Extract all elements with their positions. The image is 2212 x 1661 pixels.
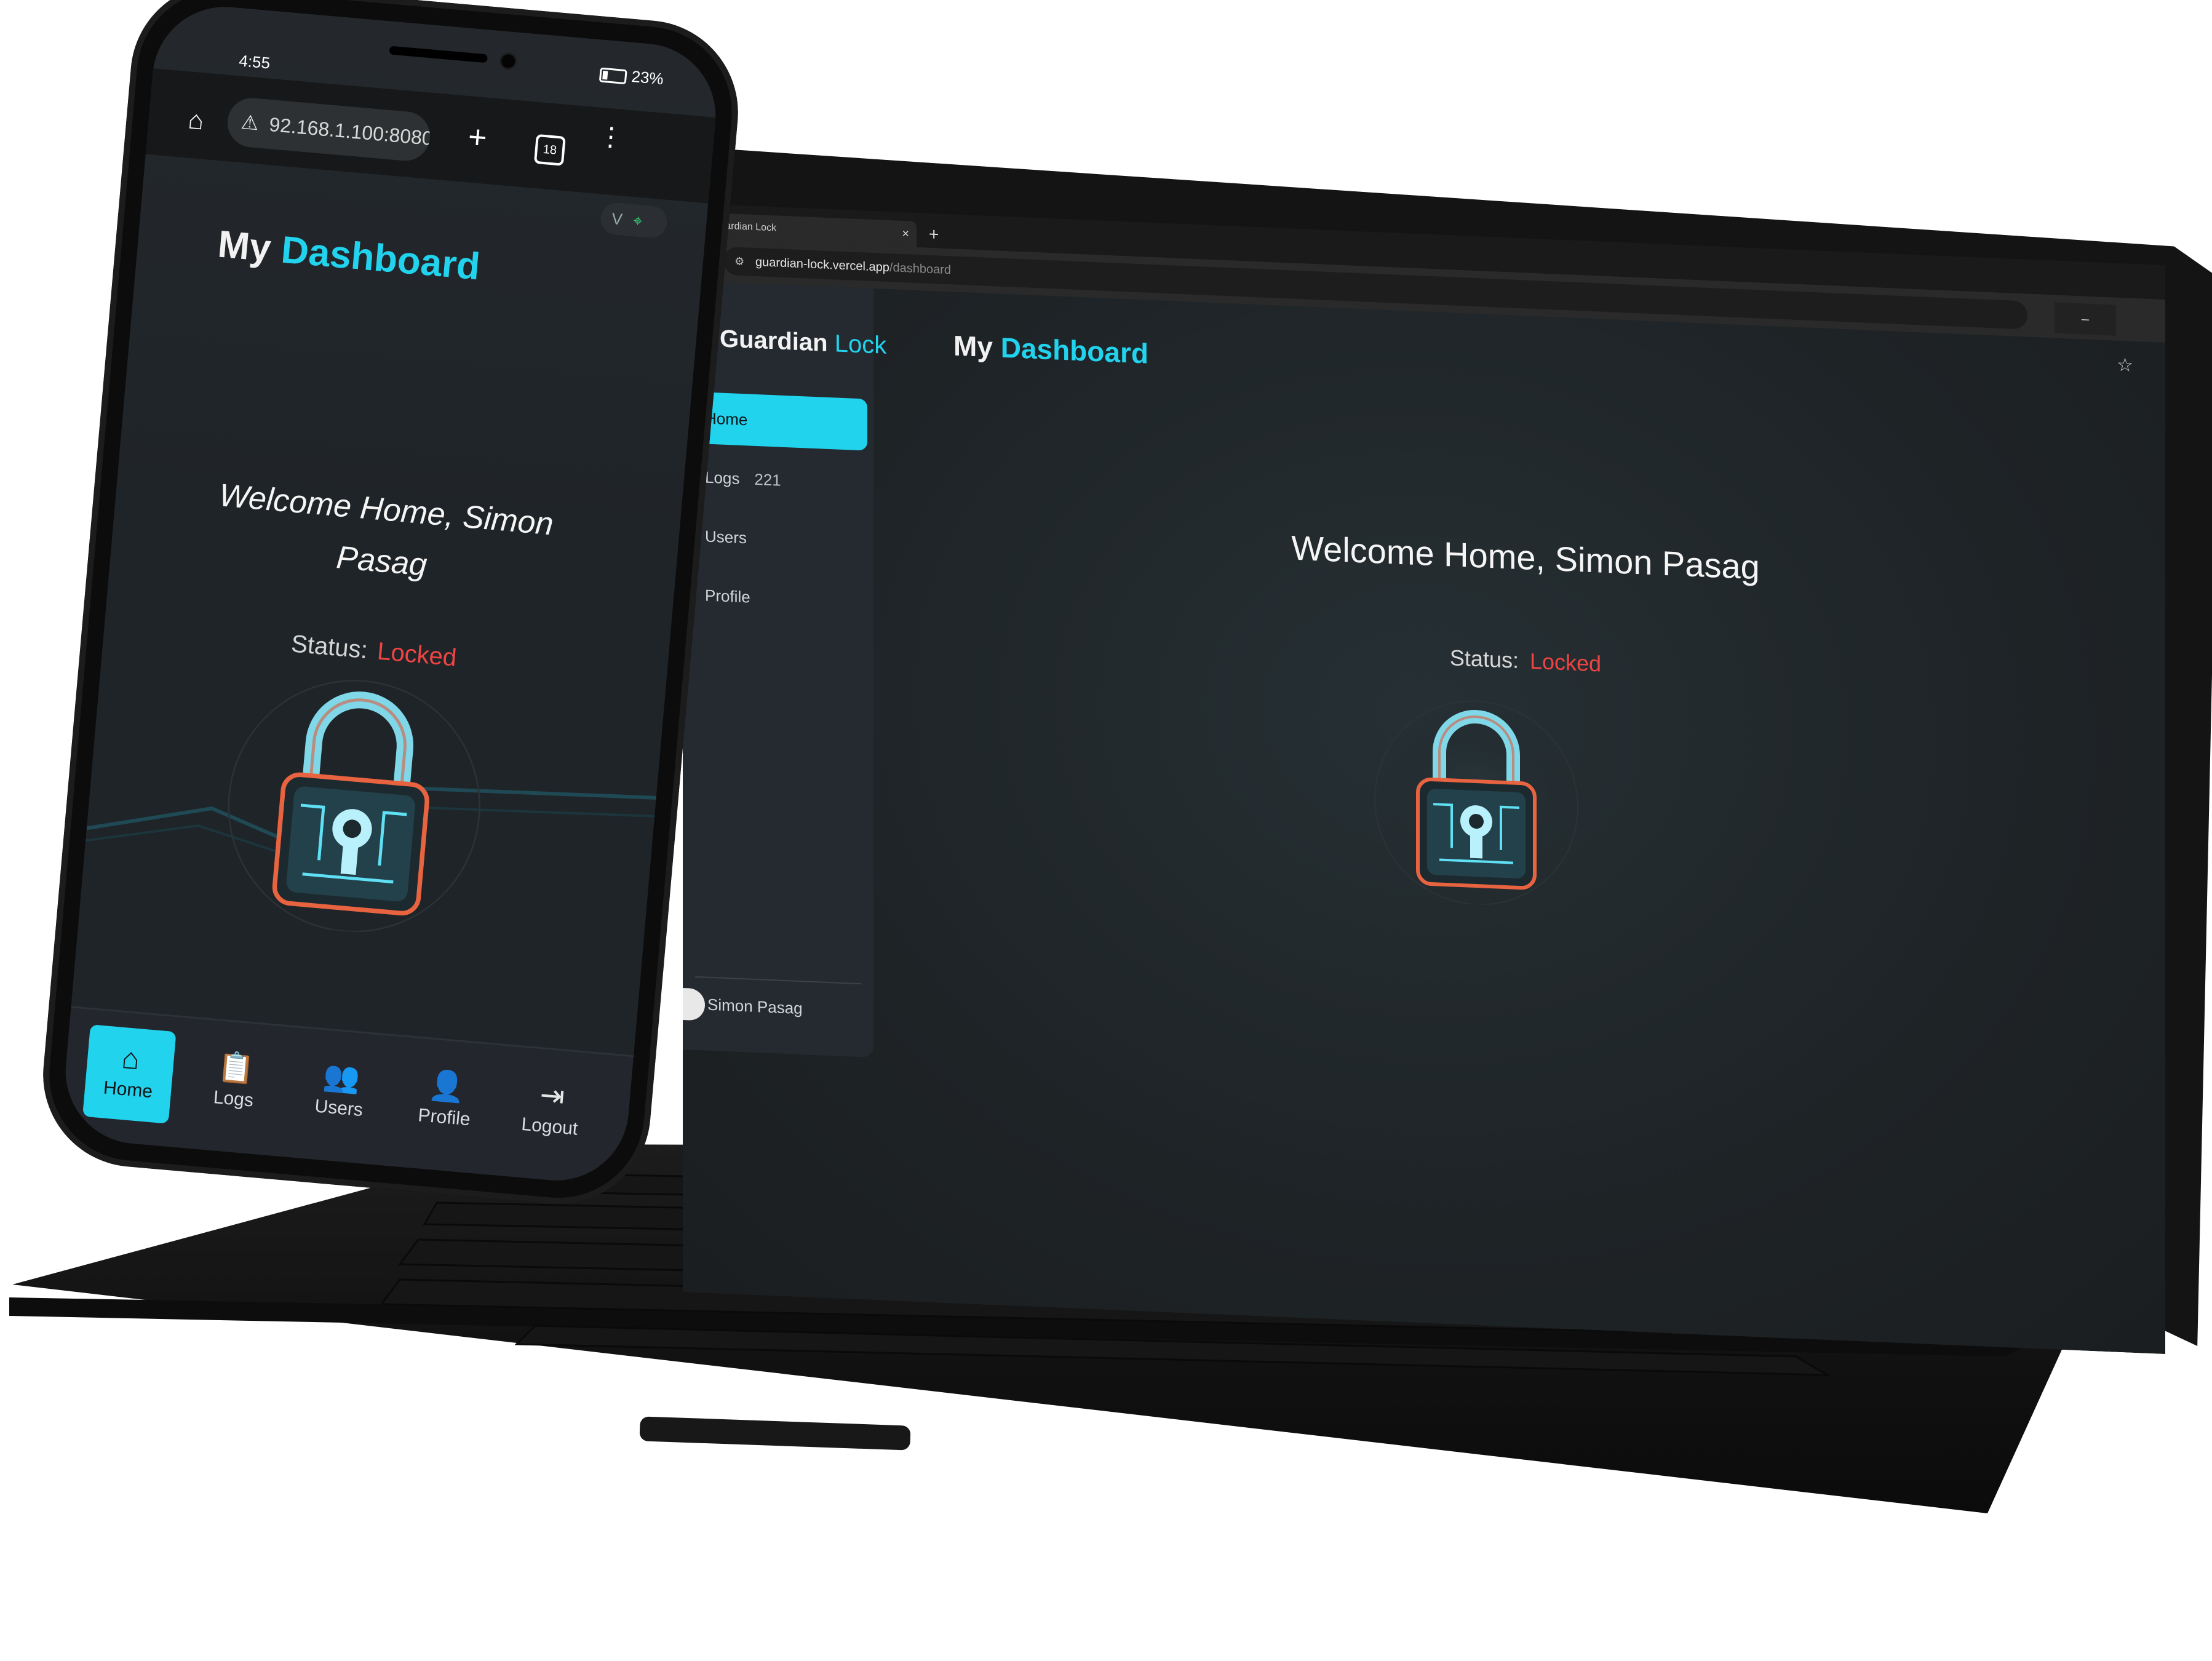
tab-close-icon[interactable]: × [902,221,909,247]
page-title-main: My [953,329,993,364]
status-bar-time: 4:55 [238,51,271,73]
extension-pill[interactable]: V ⌖ [599,201,669,239]
clipboard-icon: 📋 [216,1050,256,1086]
lock-status: Status: Locked [1359,641,1692,681]
sidebar-item-profile[interactable]: Profile [683,568,867,628]
extension-v-icon: V [611,209,624,229]
url-host: guardian-lock.vercel.app [755,255,889,275]
padlock-icon[interactable] [1372,691,1581,909]
tab-label: Users [314,1096,364,1121]
bookmark-star-icon[interactable]: ☆ [2117,354,2133,376]
overflow-menu-icon[interactable]: ⋮ [597,121,625,152]
padlock-icon[interactable] [215,663,495,942]
tab-home[interactable]: ⌂ Home [82,1024,177,1124]
logs-count-badge: 221 [754,469,781,490]
user-icon: 👤 [427,1069,467,1105]
battery-percent: 23% [631,66,664,89]
status-label: Status: [1449,645,1519,673]
sidebar-item-label: Profile [705,586,750,607]
battery-icon [599,67,627,85]
phone-screen: 4:55 23% ⌂ ⚠ 92.168.1.100:8080 + 18 ⋮ V ⌖… [59,1,722,1187]
warning-icon[interactable]: ⚠ [239,97,261,148]
home-icon: ⌂ [120,1042,141,1077]
logout-icon: ⇥ [538,1078,567,1113]
sidebar-item-users[interactable]: Users [683,509,867,569]
tab-count-button[interactable]: 18 [533,133,566,166]
page-title-main: My [216,223,273,270]
mobile-browser-bar: ⌂ ⚠ 92.168.1.100:8080 + 18 ⋮ [145,68,716,204]
welcome-message: Welcome Home, Simon Pasag [1291,528,1760,587]
page-title: My Dashboard [216,223,482,289]
tab-label: Home [102,1077,154,1102]
location-icon: ⌖ [632,211,643,231]
status-badge: Locked [376,637,458,672]
url-path: /dashboard [889,261,951,277]
sidebar-item-label: Users [705,527,747,548]
mobile-url-field[interactable]: ⚠ 92.168.1.100:8080 [225,96,432,163]
new-tab-icon[interactable]: + [929,225,939,245]
new-tab-icon[interactable]: + [467,118,488,156]
brand-logo: Guardian Lock [720,325,886,360]
app-area: Guardian Lock Home Logs 221 Users Profile… [683,281,2165,1354]
sidebar-item-label: Logs [705,468,740,488]
phone-speaker [389,46,488,63]
tab-logout[interactable]: ⇥ Logout [504,1061,598,1161]
tab-users[interactable]: 👥 Users [293,1043,388,1142]
laptop-screen: Guardian Lock × + ⟳ ⚙ guardian-lock.verc… [683,203,2165,1354]
avatar[interactable] [683,988,705,1021]
minimize-button[interactable]: – [2055,302,2116,335]
users-icon: 👥 [322,1059,362,1096]
sidebar-user-name[interactable]: Simon Pasag [707,995,803,1018]
status-label: Status: [290,630,369,664]
welcome-message: Welcome Home, Simon Pasag [217,477,555,583]
tab-label: Logout [520,1113,579,1139]
tab-logs[interactable]: 📋 Logs [188,1034,282,1133]
sidebar-item-logs[interactable]: Logs 221 [683,450,867,510]
phone-camera [499,52,518,71]
status-badge: Locked [1529,648,1602,677]
tab-profile[interactable]: 👤 Profile [399,1052,493,1152]
site-settings-icon[interactable]: ⚙ [734,247,744,276]
tab-label: Profile [417,1105,471,1130]
page-title: My Dashboard [953,329,1148,370]
phone: 4:55 23% ⌂ ⚠ 92.168.1.100:8080 + 18 ⋮ V ⌖… [35,0,746,1212]
page-title-accent: Dashboard [1000,331,1148,370]
home-icon[interactable]: ⌂ [187,105,205,135]
brand-accent: Lock [834,330,887,359]
brand-main: Guardian [720,325,828,357]
sidebar-divider [695,976,861,984]
tab-label: Logs [212,1087,255,1111]
mobile-url-text: 92.168.1.100:8080 [268,113,432,150]
status-bar-battery: 23% [599,64,664,89]
page-title-accent: Dashboard [279,228,482,289]
